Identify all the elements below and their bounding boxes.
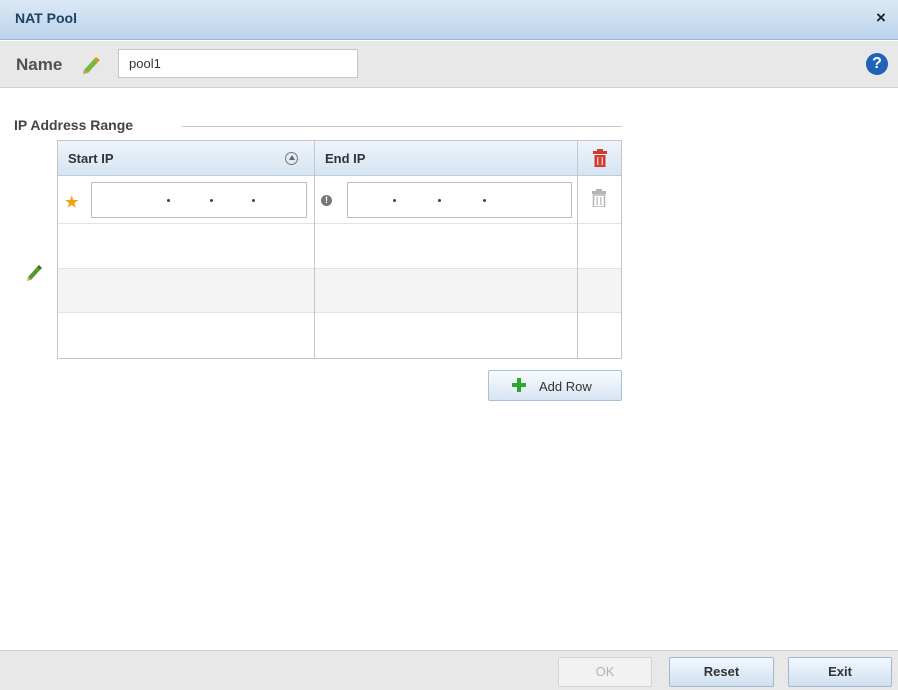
ok-button[interactable]: OK — [558, 657, 652, 687]
row-divider — [58, 223, 621, 224]
trash-icon[interactable] — [592, 189, 606, 207]
required-star-icon: ★ — [65, 194, 79, 211]
reset-button[interactable]: Reset — [669, 657, 774, 687]
column-delete — [577, 141, 621, 176]
info-icon: ! — [321, 195, 332, 206]
exit-button[interactable]: Exit — [788, 657, 892, 687]
close-icon[interactable]: × — [872, 9, 890, 27]
plus-icon — [512, 378, 526, 392]
start-ip-input[interactable] — [91, 182, 307, 218]
ip-address-range-heading: IP Address Range — [14, 117, 134, 133]
ip-range-table: Start IP End IP ★ ! — [57, 140, 622, 359]
ip-octet-dot — [210, 199, 213, 202]
table-header: Start IP End IP — [58, 141, 621, 176]
name-input[interactable] — [118, 49, 358, 78]
end-ip-input[interactable] — [347, 182, 572, 218]
name-label: Name — [16, 55, 63, 74]
column-end-ip-label: End IP — [325, 151, 366, 166]
section-divider — [182, 126, 622, 127]
add-row-label: Add Row — [539, 379, 592, 394]
sort-icon[interactable] — [285, 152, 298, 165]
column-start-ip[interactable]: Start IP — [58, 141, 314, 176]
dialog-footer: OK Reset Exit — [0, 650, 898, 690]
ip-octet-dot — [252, 199, 255, 202]
edit-row-icon[interactable] — [25, 263, 43, 281]
table-row-empty — [58, 268, 621, 312]
row-divider — [58, 268, 621, 269]
dialog-title-bar: NAT Pool × — [0, 0, 898, 40]
ip-octet-dot — [167, 199, 170, 202]
add-row-button[interactable]: Add Row — [488, 370, 622, 401]
name-bar: Name ? — [0, 41, 898, 88]
column-divider — [577, 176, 578, 358]
ip-octet-dot — [483, 199, 486, 202]
column-end-ip[interactable]: End IP — [314, 141, 577, 176]
help-icon[interactable]: ? — [866, 53, 888, 75]
delete-all-trash-icon[interactable] — [593, 149, 607, 167]
ip-octet-dot — [438, 199, 441, 202]
dialog-title: NAT Pool — [15, 10, 77, 26]
ip-octet-dot — [393, 199, 396, 202]
column-start-ip-label: Start IP — [68, 151, 114, 166]
column-divider — [314, 176, 315, 358]
pencil-icon — [83, 57, 100, 74]
row-divider — [58, 312, 621, 313]
